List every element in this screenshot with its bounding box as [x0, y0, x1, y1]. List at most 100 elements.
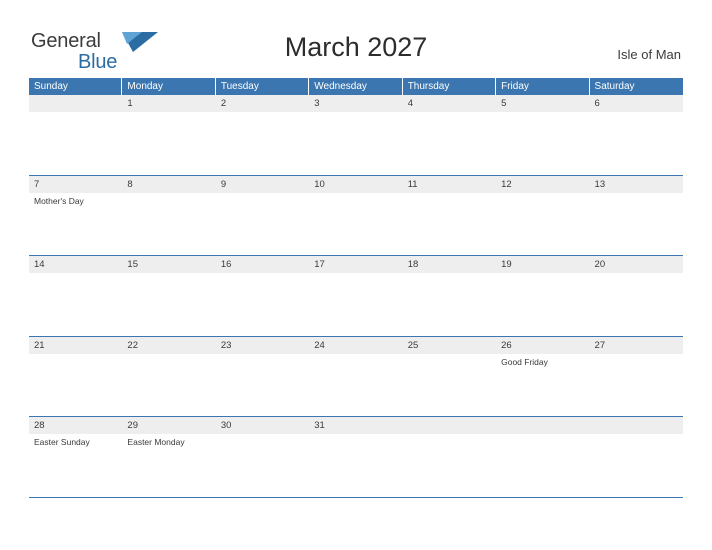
day-number: 21 [34, 339, 45, 351]
day-number: 19 [501, 259, 512, 270]
calendar-day-cell[interactable]: 21 [29, 336, 123, 417]
calendar-day-cell[interactable]: 12 [496, 175, 590, 256]
day-number: 6 [594, 98, 600, 109]
calendar-day-cell[interactable]: 25 [402, 336, 497, 417]
day-number: 20 [594, 259, 606, 270]
day-events [309, 273, 402, 276]
calendar-day-cell[interactable]: 31 [309, 417, 403, 497]
day-events [590, 273, 683, 276]
day-number-strip: 15 [122, 256, 216, 273]
calendar-week-row: 1 2 3 4 5 6 [29, 95, 683, 176]
day-number: 16 [220, 259, 232, 270]
day-number: 15 [127, 259, 138, 270]
calendar-week-row: 28 Easter Sunday 29 Easter Monday 30 31 [29, 417, 683, 498]
day-number: 26 [501, 339, 512, 351]
calendar-day-cell[interactable]: 11 [402, 175, 497, 256]
day-number: 22 [127, 339, 138, 351]
calendar-day-cell[interactable]: 22 [122, 336, 216, 417]
day-events [216, 354, 309, 357]
day-events: Good Friday [496, 354, 589, 368]
day-events [403, 434, 496, 437]
day-number-strip: 24 [309, 336, 403, 354]
day-number-strip: 2 [215, 95, 310, 112]
day-number-strip: 6 [589, 95, 683, 112]
day-number-strip: 9 [215, 175, 310, 193]
day-number-strip: 23 [215, 336, 310, 354]
region-label: Isle of Man [617, 47, 681, 62]
day-event-label: Mother's Day [34, 195, 84, 206]
calendar-day-cell[interactable]: 13 [589, 175, 683, 256]
day-number-strip [496, 417, 590, 434]
day-number-strip [589, 417, 683, 434]
calendar-day-cell[interactable]: 5 [496, 95, 590, 175]
day-number: 23 [220, 339, 232, 351]
day-events [403, 193, 496, 196]
calendar-week-row: 21 22 23 24 25 26 Good Friday 27 [29, 336, 683, 417]
calendar-day-cell[interactable]: 15 [122, 256, 216, 336]
calendar-day-cell[interactable]: 6 [589, 95, 683, 175]
day-events [496, 193, 589, 196]
day-number: 29 [127, 420, 138, 431]
calendar-day-cell[interactable]: 27 [589, 336, 683, 417]
day-number-strip: 20 [589, 256, 683, 273]
calendar-day-cell[interactable]: 19 [496, 256, 590, 336]
day-number-strip: 16 [215, 256, 310, 273]
day-number-strip: 4 [402, 95, 497, 112]
calendar-day-cell[interactable]: 26 Good Friday [496, 336, 590, 417]
day-events [403, 354, 496, 357]
calendar-day-cell[interactable]: 23 [215, 336, 310, 417]
day-events [216, 193, 309, 196]
calendar-day-cell[interactable]: 14 [29, 256, 123, 336]
day-number-strip: 11 [402, 175, 497, 193]
day-number-strip: 29 [122, 417, 216, 434]
calendar-day-cell[interactable]: 4 [402, 95, 497, 175]
dow-tuesday: Tuesday [216, 78, 310, 95]
calendar-grid: Sunday Monday Tuesday Wednesday Thursday… [29, 78, 683, 498]
calendar-day-cell[interactable]: 10 [309, 175, 403, 256]
day-events: Easter Sunday [29, 434, 122, 448]
calendar-week-row: 14 15 16 17 18 19 20 [29, 256, 683, 337]
day-event-label: Good Friday [501, 356, 548, 367]
day-number-strip [29, 95, 123, 112]
calendar-day-cell[interactable]: 7 Mother's Day [29, 175, 123, 256]
day-events [309, 193, 402, 196]
day-number-strip: 18 [402, 256, 497, 273]
calendar-day-cell[interactable]: 16 [215, 256, 310, 336]
day-events [216, 434, 309, 437]
calendar-day-cell[interactable]: 17 [309, 256, 403, 336]
day-number: 24 [314, 339, 325, 351]
day-number-strip: 19 [496, 256, 590, 273]
day-events [403, 273, 496, 276]
day-number-strip: 26 [496, 336, 590, 354]
day-number-strip: 27 [589, 336, 683, 354]
calendar-day-cell[interactable]: 3 [309, 95, 403, 175]
calendar-day-cell[interactable]: 8 [122, 175, 216, 256]
calendar-day-cell[interactable]: 2 [215, 95, 310, 175]
day-events [496, 434, 589, 437]
page-title: March 2027 [284, 32, 428, 62]
calendar-day-cell[interactable]: 1 [122, 95, 216, 175]
day-number: 18 [407, 259, 419, 270]
calendar-empty-cell [496, 417, 590, 497]
day-number: 28 [34, 420, 45, 431]
calendar-day-cell[interactable]: 20 [589, 256, 683, 336]
day-events [29, 354, 122, 357]
day-events [590, 354, 683, 357]
calendar-day-cell[interactable]: 24 [309, 336, 403, 417]
calendar-week-cells: 21 22 23 24 25 26 Good Friday 27 [29, 336, 683, 417]
calendar-day-cell[interactable]: 28 Easter Sunday [29, 417, 123, 497]
calendar-day-cell[interactable]: 9 [215, 175, 310, 256]
calendar-weeks: 1 2 3 4 5 6 7 Mother's Day 8 9 10 11 12 13 14 15 16 17 18 1… [29, 95, 683, 498]
calendar-day-cell[interactable]: 29 Easter Monday [122, 417, 216, 497]
day-number-strip: 13 [589, 175, 683, 193]
dow-saturday: Saturday [594, 81, 635, 92]
calendar-day-cell[interactable]: 30 [215, 417, 310, 497]
day-number: 9 [220, 178, 227, 190]
day-events [496, 112, 589, 115]
day-events [590, 434, 683, 437]
day-number: 5 [501, 98, 507, 109]
day-number-strip: 30 [215, 417, 310, 434]
calendar-day-cell[interactable]: 18 [402, 256, 497, 336]
day-events [216, 112, 309, 115]
day-number: 1 [127, 98, 133, 109]
